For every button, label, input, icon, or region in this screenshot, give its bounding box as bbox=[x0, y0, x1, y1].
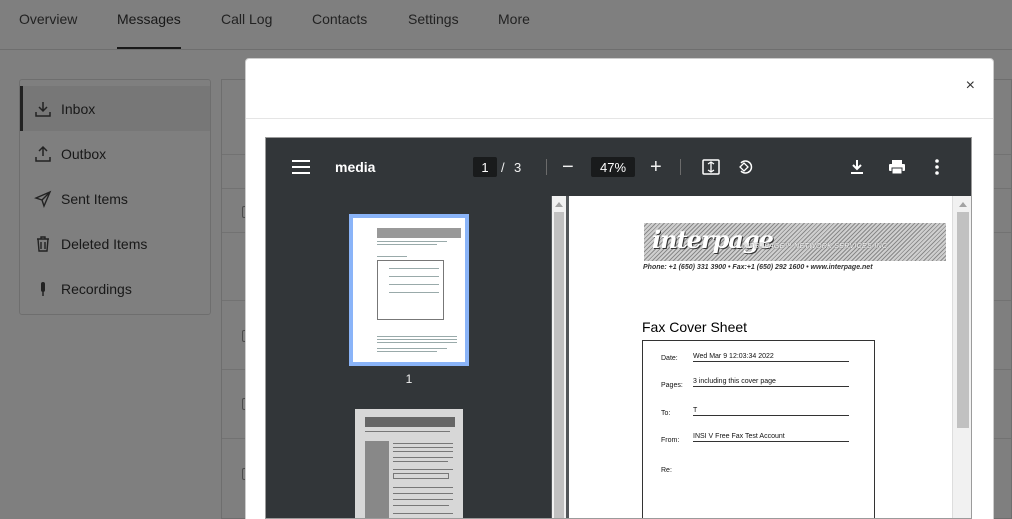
pages-label: Pages: bbox=[661, 382, 683, 389]
fit-to-page-icon[interactable] bbox=[701, 138, 721, 196]
from-value: INSI V Free Fax Test Account bbox=[693, 433, 849, 442]
pdf-toolbar: media 1 / 3 − 47% + bbox=[266, 138, 971, 196]
modal-header-divider bbox=[246, 118, 993, 119]
contact-line: Phone: +1 (650) 331 3900 • Fax:+1 (650) … bbox=[643, 264, 873, 271]
page-thumbnail-selected[interactable] bbox=[349, 214, 469, 366]
to-value: T bbox=[693, 407, 849, 416]
scrollbar-thumb[interactable] bbox=[957, 212, 969, 428]
interpage-logo: interpage INTERPAGE™ NETWORK SERVICES IN… bbox=[644, 223, 946, 261]
scroll-up-arrow-icon[interactable] bbox=[555, 202, 563, 207]
to-label: To: bbox=[661, 410, 671, 417]
page-separator: / bbox=[501, 159, 505, 175]
zoom-out-button[interactable]: − bbox=[562, 138, 574, 196]
fax-cover-heading: Fax Cover Sheet bbox=[642, 319, 748, 335]
rotate-icon[interactable] bbox=[736, 138, 756, 196]
scroll-up-arrow-icon[interactable] bbox=[959, 202, 967, 207]
toolbar-divider bbox=[546, 159, 547, 175]
zoom-field[interactable]: 47% bbox=[591, 138, 635, 196]
thumbnail-pane: 1 bbox=[266, 196, 551, 518]
page-scrollbar[interactable] bbox=[952, 196, 971, 518]
thumbnail-page-number: 1 bbox=[405, 372, 413, 386]
download-icon[interactable] bbox=[848, 138, 866, 196]
toolbar-divider bbox=[680, 159, 681, 175]
logo-subtext: INTERPAGE™ NETWORK SERVICES INC. bbox=[742, 243, 890, 250]
date-label: Date: bbox=[661, 355, 678, 362]
pdf-viewer: media 1 / 3 − 47% + 1 interpage INTERPAG… bbox=[265, 137, 972, 519]
pdf-page: interpage INTERPAGE™ NETWORK SERVICES IN… bbox=[569, 196, 952, 518]
more-options-icon[interactable] bbox=[932, 138, 942, 196]
zoom-in-button[interactable]: + bbox=[650, 138, 662, 196]
thumbnail-scrollbar[interactable] bbox=[552, 196, 566, 518]
pages-value: 3 including this cover page bbox=[693, 378, 849, 387]
page-number-input[interactable]: 1 bbox=[473, 157, 497, 177]
total-pages: 3 bbox=[514, 159, 522, 175]
print-icon[interactable] bbox=[887, 138, 907, 196]
zoom-level-input[interactable]: 47% bbox=[591, 157, 635, 177]
page-thumbnail[interactable] bbox=[355, 409, 463, 518]
re-label: Re: bbox=[661, 467, 672, 474]
date-value: Wed Mar 9 12:03:34 2022 bbox=[693, 353, 849, 362]
cover-sheet-form: Date: Wed Mar 9 12:03:34 2022 Pages: 3 i… bbox=[642, 340, 875, 518]
thumbnail-page bbox=[353, 218, 465, 362]
page-number-field[interactable]: 1 bbox=[473, 138, 497, 196]
menu-icon[interactable] bbox=[290, 138, 312, 196]
close-icon[interactable]: × bbox=[966, 77, 975, 95]
from-label: From: bbox=[661, 437, 680, 444]
document-title: media bbox=[335, 159, 376, 175]
scrollbar-thumb[interactable] bbox=[554, 212, 564, 518]
